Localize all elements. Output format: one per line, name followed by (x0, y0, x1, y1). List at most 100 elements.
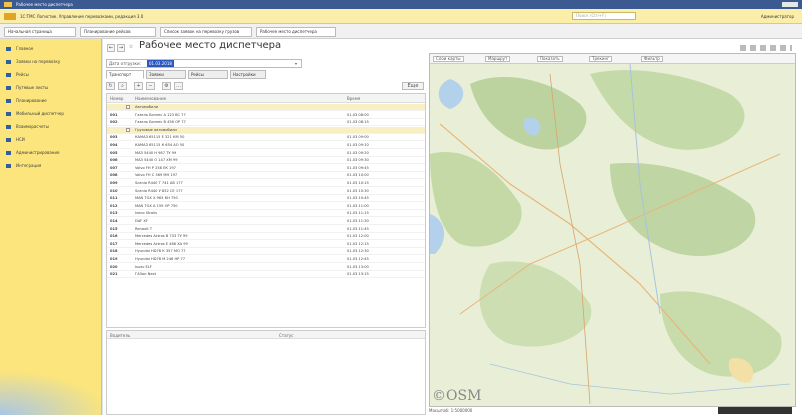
map-tool-2[interactable]: Показать (537, 56, 563, 62)
map-tool-1[interactable]: Маршрут (485, 56, 511, 62)
sidebar-item-6[interactable]: Взаиморасчеты (0, 121, 102, 133)
app-path-title: 1С:ТМС Логистик. Управление перевозками,… (20, 14, 144, 19)
cell-time: 01.03 09:20 (347, 150, 369, 155)
col-status-header[interactable]: Статус (279, 333, 293, 338)
sidebar-item-2[interactable]: Рейсы (0, 69, 102, 81)
sidebar-item-0[interactable]: Главное (0, 43, 102, 55)
map-tool-0[interactable]: Слои карты (433, 56, 464, 62)
map-footer: Масштаб: 1:5000000 (429, 407, 796, 415)
table-row[interactable]: 020 Isuzu ELF 01.03 13:00 (107, 264, 425, 271)
table-row[interactable]: 021 ГАЗон Next 01.03 13:15 (107, 271, 425, 279)
subtab-settings[interactable]: Настройки (230, 70, 266, 79)
sidebar-item-8[interactable]: Администрирование (0, 147, 102, 159)
cell-name: Scania R440 У 852 СЕ 177 (135, 188, 183, 193)
tab-home[interactable]: Начальная страница (4, 27, 76, 37)
cell-code: 011 (110, 196, 118, 201)
table-row[interactable]: 002 Газель Бизнес В 456 ОР 77 01.03 08:15 (107, 119, 425, 127)
chevron-down-icon[interactable]: ▾ (295, 61, 297, 66)
cell-code: 015 (110, 226, 118, 231)
sidebar-item-3[interactable]: Путевые листы (0, 82, 102, 94)
subtab-transport[interactable]: Транспорт (106, 70, 144, 79)
window-controls[interactable] (782, 2, 798, 7)
cell-time: 01.03 09:00 (347, 135, 369, 140)
table-group-row[interactable]: Грузовые автомобили (107, 126, 425, 134)
more-icon[interactable]: … (174, 82, 183, 90)
gear-icon[interactable]: ⚙ (162, 82, 171, 90)
table-row[interactable]: 010 Scania R440 У 852 СЕ 177 01.03 10:30 (107, 188, 425, 195)
date-filter-value[interactable]: 01.03.2018 (147, 60, 174, 67)
table-row[interactable]: 008 Volvo FH С 369 МН 197 01.03 10:00 (107, 172, 425, 180)
table-row[interactable]: 015 Renault T 01.03 11:45 (107, 226, 425, 233)
subtab-trips[interactable]: Рейсы (188, 70, 228, 79)
table-row[interactable]: 005 МАЗ 5440 Н 987 ТУ 99 01.03 09:20 (107, 150, 425, 157)
tab-trip-planning[interactable]: Планирование рейсов (80, 27, 156, 37)
refresh-icon[interactable]: ↻ (106, 82, 115, 90)
date-filter[interactable]: Дата отгрузки: 01.03.2018 ▾ (106, 59, 302, 68)
sidebar-item-label: Заявки на перевозку (16, 59, 61, 64)
section-icon (6, 60, 11, 64)
header-tools[interactable] (740, 45, 792, 51)
subtab-orders[interactable]: Заявки (146, 70, 186, 79)
expand-toggle-icon[interactable] (126, 127, 130, 132)
cell-name: Iveco Stralis (135, 211, 157, 216)
sidebar-item-label: Путевые листы (16, 85, 49, 90)
cell-name: МАЗ 5440 О 147 ХМ 99 (135, 158, 178, 163)
table-row[interactable]: 006 МАЗ 5440 О 147 ХМ 99 01.03 09:30 (107, 157, 425, 165)
table-row[interactable]: 011 MAN TGX Х 963 КН 750 01.03 10:45 (107, 195, 425, 203)
sidebar-item-1[interactable]: Заявки на перевозку (0, 56, 102, 68)
tab-dispatcher[interactable]: Рабочее место диспетчера (256, 27, 336, 37)
expand-toggle-icon[interactable] (126, 105, 130, 109)
table-row[interactable]: 003 КАМАЗ 65115 Е 321 КМ 50 01.03 09:00 (107, 134, 425, 142)
map-canvas[interactable] (430, 64, 796, 407)
map-view[interactable]: Слои карты Маршрут Показать Трекинг Фильтр ©… (429, 53, 796, 407)
table-row[interactable]: 004 КАМАЗ 65115 К 654 АО 50 01.03 09:10 (107, 142, 425, 149)
table-row[interactable]: 013 Iveco Stralis 01.03 11:15 (107, 210, 425, 218)
cell-code: 008 (110, 173, 118, 178)
user-menu[interactable]: Администратор (761, 9, 794, 24)
cell-time: 01.03 10:00 (347, 173, 369, 178)
star-icon[interactable]: ☆ (127, 44, 135, 52)
cell-time: 01.03 12:00 (347, 234, 369, 239)
forward-button[interactable]: → (117, 44, 125, 52)
map-tool-3[interactable]: Трекинг (589, 56, 613, 62)
table-group-row[interactable]: Автомобили (107, 104, 425, 111)
table-row[interactable]: 007 Volvo FH Р 258 ЕК 197 01.03 09:45 (107, 165, 425, 172)
cell-code: 006 (110, 158, 118, 163)
expand-button[interactable]: + (134, 82, 143, 90)
map-footer-controls[interactable] (718, 407, 792, 414)
col-code-header[interactable]: Номер (110, 96, 123, 101)
cell-name: Scania R440 Т 741 АВ 177 (135, 181, 183, 185)
cell-name: Volvo FH Р 258 ЕК 197 (135, 165, 176, 170)
table-row[interactable]: 001 Газель Бизнес А 123 ВС 77 01.03 08:00 (107, 112, 425, 119)
cell-code: 018 (110, 249, 118, 254)
cell-name: КАМАЗ 65115 К 654 АО 50 (135, 143, 185, 147)
sidebar-item-7[interactable]: НСИ (0, 134, 102, 146)
map-tool-4[interactable]: Фильтр (641, 56, 663, 62)
table-row[interactable]: 016 Mercedes Actros В 753 ТУ 99 01.03 12:0… (107, 233, 425, 241)
cell-code: 012 (110, 203, 118, 208)
section-icon (6, 125, 11, 129)
table-row[interactable]: 014 DAF XF 01.03 11:30 (107, 218, 425, 225)
tab-orders-list[interactable]: Список заявок на перевозку грузов (160, 27, 252, 37)
sidebar-item-5[interactable]: Мобильный диспетчер (0, 108, 102, 120)
cell-time: 01.03 12:30 (347, 249, 369, 254)
table-row[interactable]: 009 Scania R440 Т 741 АВ 177 01.03 10:15 (107, 180, 425, 187)
cell-time: 01.03 08:00 (347, 112, 369, 117)
search-icon[interactable]: ⌕ (118, 82, 127, 90)
more-menu-button[interactable]: Еще (402, 82, 424, 90)
table-row[interactable]: 018 Hyundai HD78 К 357 МО 77 01.03 12:30 (107, 248, 425, 256)
back-button[interactable]: ← (107, 44, 115, 52)
sidebar-item-4[interactable]: Планирование (0, 95, 102, 107)
col-name-header[interactable]: Наименование (135, 96, 166, 101)
table-row[interactable]: 012 MAN TGX А 159 ОР 750 01.03 11:00 (107, 203, 425, 210)
cell-code: 010 (110, 188, 118, 193)
col-driver-header[interactable]: Водитель (110, 333, 130, 338)
collapse-button[interactable]: − (146, 82, 155, 90)
cell-code: 019 (110, 257, 118, 261)
sidebar-item-9[interactable]: Интеграция (0, 160, 102, 172)
table-row[interactable]: 017 Mercedes Actros Е 486 ХА 99 01.03 12:1… (107, 241, 425, 248)
table-row[interactable]: 019 Hyundai HD78 М 246 НР 77 01.03 12:45 (107, 256, 425, 263)
col-time-header[interactable]: Время (347, 96, 360, 101)
global-search-input[interactable]: Поиск (Ctrl+F) (572, 12, 636, 20)
sidebar-item-label: НСИ (16, 137, 25, 142)
